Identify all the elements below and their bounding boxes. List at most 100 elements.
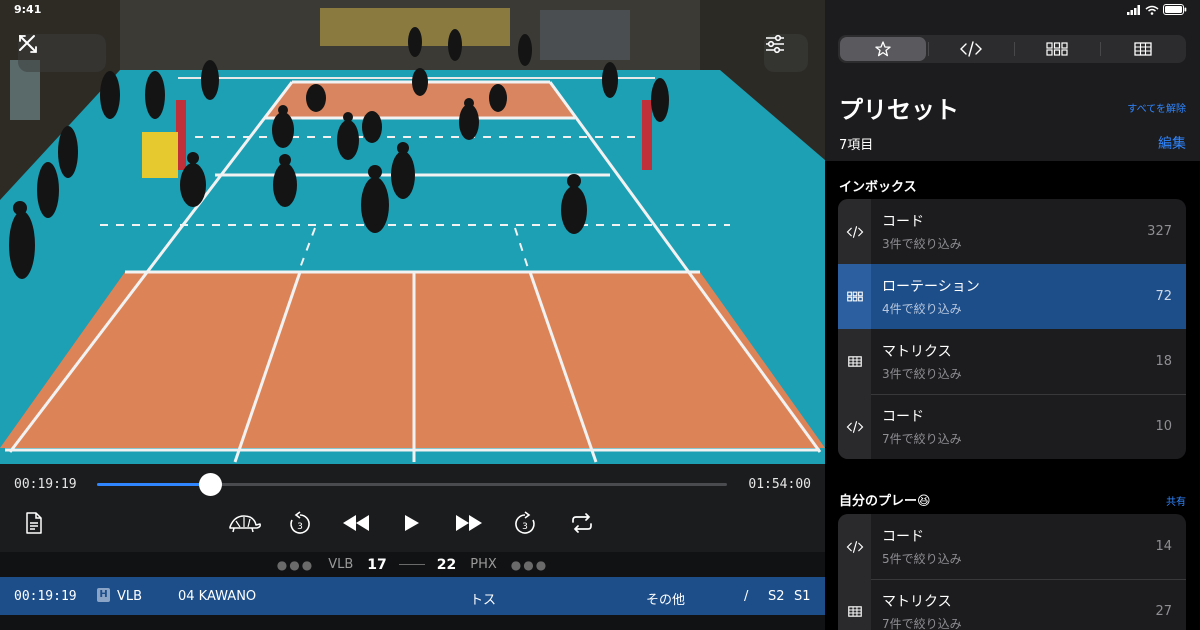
fast-forward-icon (456, 515, 482, 531)
notes-button[interactable] (24, 510, 44, 536)
preset-name: コード (882, 409, 924, 425)
away-score: 22 (436, 556, 457, 573)
event-row[interactable]: 00:19:19 H VLB 04 KAWANO トス その他 / S2 S1 (0, 577, 825, 615)
repeat-icon (572, 513, 592, 533)
event-time: 00:19:19 (14, 589, 77, 604)
table-icon (1134, 42, 1152, 56)
video-player[interactable]: 9:41 (0, 0, 825, 464)
battery-icon (1163, 4, 1187, 15)
segment-rotation[interactable] (1014, 35, 1100, 63)
preset-item[interactable]: コード 5件で絞り込み 14 (838, 514, 1186, 579)
code-icon (838, 514, 871, 579)
preset-item[interactable]: マトリクス 3件で絞り込み 18 (838, 329, 1186, 394)
loop-button[interactable] (570, 510, 594, 536)
panel-header: プリセット すべてを解除 7項目 編集 (825, 0, 1200, 161)
preset-value: 72 (1155, 289, 1172, 304)
sliders-icon (766, 34, 784, 54)
section-my-plays: コード 5件で絞り込み 14 マトリクス 7件で絞り込み 27 (838, 514, 1186, 630)
preset-value: 14 (1155, 539, 1172, 554)
skip-back-3-button[interactable]: 3 (289, 510, 311, 536)
table-icon (838, 579, 871, 630)
table-icon (838, 329, 871, 394)
preset-value: 18 (1155, 354, 1172, 369)
seek-bar[interactable] (97, 473, 727, 496)
code-icon (960, 41, 982, 57)
wifi-icon (1145, 5, 1159, 15)
preset-name: マトリクス (882, 594, 952, 610)
current-time: 00:19:19 (14, 477, 77, 492)
score-bar: ●●● VLB 17 22 PHX ●●● (0, 552, 825, 577)
preset-filter-count: 7件で絞り込み (882, 617, 962, 630)
score-divider (398, 564, 425, 565)
video-window-controls (18, 34, 106, 72)
expand-button[interactable] (19, 34, 106, 72)
next-set-indicator[interactable]: ●●● (511, 558, 548, 572)
preset-filter-count: 3件で絞り込み (882, 367, 962, 381)
event-s1: S1 (794, 589, 811, 604)
preset-item[interactable]: マトリクス 7件で絞り込み 27 (838, 579, 1186, 630)
section-title-inbox: インボックス (839, 180, 917, 195)
rewind-button[interactable] (342, 510, 370, 536)
event-s2: S2 (768, 589, 785, 604)
edit-button[interactable]: 編集 (1158, 133, 1186, 153)
segment-favorites[interactable] (840, 37, 926, 61)
play-button[interactable] (404, 510, 420, 536)
svg-text:3: 3 (522, 522, 528, 532)
slow-motion-button[interactable] (226, 510, 262, 536)
item-count: 7項目 (839, 138, 874, 153)
home-badge: H (97, 588, 110, 602)
total-time: 01:54:00 (748, 477, 811, 492)
home-score: 17 (367, 556, 387, 573)
preset-name: コード (882, 214, 924, 230)
rewind-icon (343, 515, 369, 531)
event-row-next[interactable] (0, 615, 825, 630)
event-player: 04 KAWANO (178, 589, 257, 604)
event-skill: トス (470, 593, 497, 608)
code-icon (838, 199, 871, 264)
section-title-my-plays: 自分のプレー😆 (839, 494, 931, 509)
seek-thumb[interactable] (199, 473, 223, 496)
preset-item-selected[interactable]: ローテーション 4件で絞り込み 72 (838, 264, 1186, 329)
preset-filter-count: 4件で絞り込み (882, 302, 962, 316)
preset-filter-count: 5件で絞り込み (882, 552, 962, 566)
system-status-icons (1127, 4, 1187, 15)
fast-forward-button[interactable] (455, 510, 483, 536)
away-team: PHX (470, 557, 497, 572)
preset-filter-count: 7件で絞り込み (882, 432, 962, 446)
preset-item[interactable]: コード 7件で絞り込み 10 (838, 394, 1186, 459)
rewind-3-icon: 3 (290, 511, 310, 534)
expand-icon (19, 35, 37, 53)
playback-controls: 00:19:19 01:54:00 3 3 (0, 464, 825, 552)
previous-set-indicator[interactable]: ●●● (277, 558, 314, 572)
skip-forward-3-button[interactable]: 3 (514, 510, 536, 536)
deselect-all-button[interactable]: すべてを解除 (1127, 100, 1186, 115)
status-bar-time: 9:41 (14, 3, 42, 16)
preset-name: マトリクス (882, 344, 952, 360)
turtle-icon (229, 515, 261, 533)
preset-name: ローテーション (882, 279, 980, 295)
signal-icon (1127, 4, 1140, 15)
seek-progress (97, 483, 211, 486)
code-icon (838, 394, 871, 459)
segment-matrix[interactable] (1100, 35, 1186, 63)
section-inbox: コード 3件で絞り込み 327 ローテーション 4件で絞り込み 72 マトリクス… (838, 199, 1186, 459)
grid-icon (838, 264, 871, 329)
play-icon (405, 515, 419, 531)
preset-name: コード (882, 529, 924, 545)
forward-3-icon: 3 (515, 511, 535, 534)
home-team: VLB (328, 557, 354, 572)
document-icon (26, 512, 42, 534)
event-detail: その他 (646, 593, 686, 608)
event-slash: / (744, 589, 749, 604)
preset-filter-count: 3件で絞り込み (882, 237, 962, 251)
preset-item[interactable]: コード 3件で絞り込み 327 (838, 199, 1186, 264)
share-button[interactable]: 共有 (1166, 493, 1186, 508)
star-icon (875, 41, 891, 57)
preset-value: 10 (1155, 419, 1172, 434)
svg-text:3: 3 (297, 522, 303, 532)
video-settings-button[interactable] (764, 34, 808, 72)
video-frame (0, 0, 825, 464)
preset-filter-segmented-control (838, 35, 1186, 63)
grid-icon (1046, 42, 1068, 56)
segment-code[interactable] (928, 35, 1014, 63)
